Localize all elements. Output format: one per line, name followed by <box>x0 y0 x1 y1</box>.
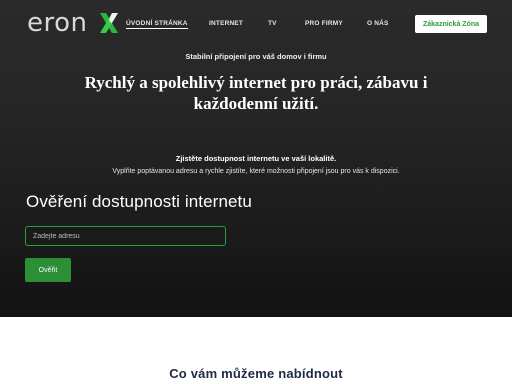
hero-section: eron ÚVODNÍ STRÁNKA INTERNET TV PRO FIRM… <box>0 0 512 317</box>
availability-title: Ověření dostupnosti internetu <box>26 192 252 211</box>
verify-button[interactable]: Ověřit <box>25 258 71 282</box>
availability-intro-text: Vyplňte poptávanou adresu a rychle zjist… <box>112 168 400 175</box>
nav-item-business[interactable]: PRO FIRMY <box>305 20 343 27</box>
nav-item-about[interactable]: O NÁS <box>367 20 389 27</box>
address-input[interactable] <box>25 226 226 246</box>
customer-zone-button[interactable]: Zákaznická Zóna <box>415 15 487 33</box>
hero-headline: Rychlý a spolehlivý internet pro práci, … <box>84 73 428 113</box>
hero-tagline: Stabilní připojení pro váš domov i firmu <box>185 52 327 61</box>
nav-item-internet[interactable]: INTERNET <box>209 20 243 27</box>
availability-intro-title: Zjistěte dostupnost internetu ve vaší lo… <box>175 154 337 163</box>
nav-item-tv[interactable]: TV <box>268 20 277 27</box>
nav-item-home[interactable]: ÚVODNÍ STRÁNKA <box>126 20 188 29</box>
offer-section-title: Co vám můžeme nabídnout <box>169 366 343 381</box>
